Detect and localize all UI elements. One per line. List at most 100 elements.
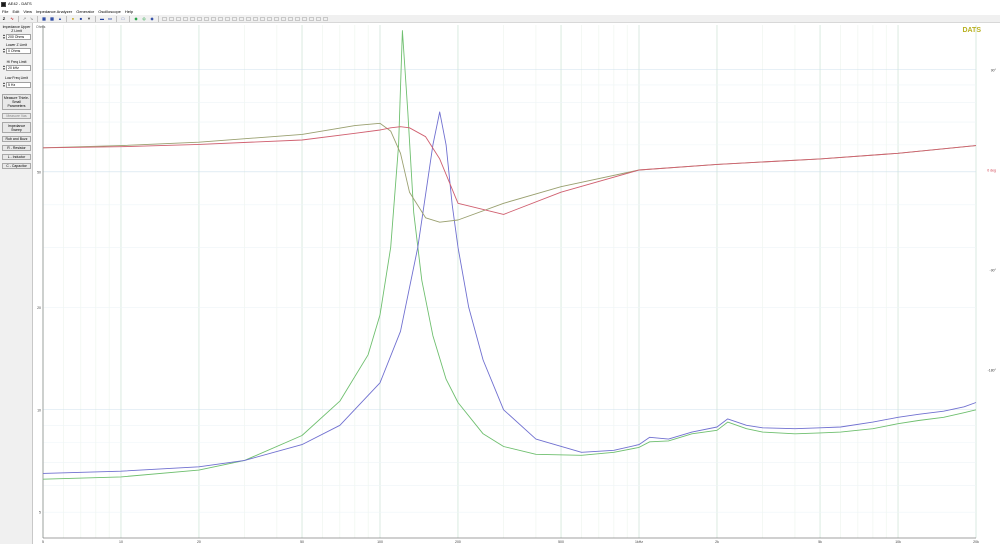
impedance-mode-button[interactable]: Z xyxy=(1,16,7,21)
x-tick-label: 50 xyxy=(300,540,304,544)
window-icon[interactable]: □ xyxy=(120,16,126,21)
impedance-plot[interactable]: 5 10 20 50 100 200 500 1kHz 2k 5k 10k 20k 50 20 10 5 90°… xyxy=(33,23,1000,544)
toolbar-separator xyxy=(95,15,96,22)
disabled-tool-icon xyxy=(253,16,258,21)
disabled-tool-icon xyxy=(239,16,244,21)
blue-trace-icon[interactable]: ◈ xyxy=(149,16,155,21)
hi-freq-spinner[interactable]: ▲ ▼ 20 kHz xyxy=(2,65,31,71)
tool-icon[interactable]: ▲ xyxy=(57,16,63,21)
title-bar: AE42 - DATS xyxy=(0,0,1000,8)
toolbar-separator xyxy=(129,15,130,22)
disabled-tool-icon xyxy=(281,16,286,21)
zoom-icon[interactable]: ↘ xyxy=(29,16,34,21)
impedance-sweep-button[interactable]: Impedance Sweep xyxy=(2,122,31,133)
impedance-upper-field[interactable]: 200 Ohms xyxy=(6,34,31,40)
cursor-icon[interactable]: ↗ xyxy=(22,16,27,21)
green-trace-icon[interactable]: ◆ xyxy=(133,16,139,21)
box-icon[interactable]: ■ xyxy=(78,16,84,21)
impedance-upper-spinner[interactable]: ▲ ▼ 200 Ohms xyxy=(2,34,31,40)
disabled-tool-icon xyxy=(197,16,202,21)
x-tick-label: 10 xyxy=(119,540,123,544)
menu-bar: File Edit View Impedance Analyzer Genera… xyxy=(0,8,1000,15)
y-tick-label: 10 xyxy=(37,408,41,412)
disabled-tool-icon xyxy=(232,16,237,21)
disabled-tool-icon xyxy=(169,16,174,21)
menu-impedance-analyzer[interactable]: Impedance Analyzer xyxy=(34,8,74,15)
speaker-icon[interactable]: ▼ xyxy=(86,16,92,21)
y-tick-label: 20 xyxy=(37,306,41,310)
disabled-tool-icon xyxy=(190,16,195,21)
x-tick-label: 500 xyxy=(558,540,564,544)
disabled-tool-icon xyxy=(225,16,230,21)
disabled-tool-icon xyxy=(267,16,272,21)
hi-freq-label: Hi Freq Limit xyxy=(6,60,27,64)
disabled-tool-icon xyxy=(218,16,223,21)
x-tick-label: 10k xyxy=(895,540,901,544)
capacitor-button[interactable]: C - Capacitor xyxy=(2,163,31,169)
disabled-tool-icon xyxy=(183,16,188,21)
axis-ticks: 5 10 20 50 100 200 500 1kHz 2k 5k 10k 20k 50 20 10 5 90°… xyxy=(37,69,997,544)
disabled-tool-icon xyxy=(162,16,167,21)
menu-oscilloscope[interactable]: Oscilloscope xyxy=(96,8,123,15)
series-line-1 xyxy=(42,30,977,480)
toolbar: Z ∿ ↗ ↘ ▦ ▩ ▲ ● ■ ▼ ▬ ▭ □ ◆ ◇ ◈ xyxy=(0,15,1000,23)
low-freq-spinner[interactable]: ▲ ▼ 5 Hz xyxy=(2,82,31,88)
disabled-tool-icon xyxy=(288,16,293,21)
toolbar-separator xyxy=(37,15,38,22)
phase-tick-label: 90° xyxy=(991,69,997,73)
phase-tick-label: -180° xyxy=(988,369,997,373)
menu-view[interactable]: View xyxy=(21,8,34,15)
lower-z-spinner[interactable]: ▲ ▼ 0 Ohms xyxy=(2,48,31,54)
x-tick-label: 200 xyxy=(455,540,461,544)
toolbar-separator xyxy=(66,15,67,22)
scope-icon[interactable]: ∿ xyxy=(9,16,15,21)
rub-buzz-button[interactable]: Rub and Buzz xyxy=(2,136,31,142)
disabled-tool-icon xyxy=(211,16,216,21)
bar-graph-icon[interactable]: ▦ xyxy=(41,16,47,21)
x-tick-label: 2k xyxy=(715,540,719,544)
resistor-button[interactable]: R - Resistor xyxy=(2,145,31,151)
x-tick-label: 20k xyxy=(973,540,979,544)
series-line-2 xyxy=(42,111,977,474)
y-tick-label: 50 xyxy=(37,170,41,174)
disabled-tool-icon xyxy=(316,16,321,21)
trace-icon[interactable]: ◇ xyxy=(141,16,147,21)
phase-tick-label: -90° xyxy=(990,269,997,273)
low-freq-field[interactable]: 5 Hz xyxy=(6,82,31,88)
disabled-tool-icon xyxy=(309,16,314,21)
menu-edit[interactable]: Edit xyxy=(10,8,21,15)
measure-vas-button[interactable]: Measure Vas xyxy=(2,113,31,119)
lower-z-label: Lower Z Limit xyxy=(5,43,27,47)
toolbar-separator xyxy=(116,15,117,22)
disabled-tool-icon xyxy=(260,16,265,21)
inductor-button[interactable]: L - Inductor xyxy=(2,154,31,160)
bulb-icon[interactable]: ● xyxy=(70,16,76,21)
menu-file[interactable]: File xyxy=(0,8,10,15)
x-tick-label: 1kHz xyxy=(635,540,643,544)
graph-icon[interactable]: ▭ xyxy=(107,16,113,21)
measure-ts-button[interactable]: Measure Thiele-Small Parameters xyxy=(2,94,31,110)
control-panel: Impedance Upper Z Limit ▲ ▼ 200 Ohms Lowe… xyxy=(0,23,33,544)
y-unit-label: Ohms xyxy=(36,25,46,29)
impedance-chart: 5 10 20 50 100 200 500 1kHz 2k 5k 10k 20k 50 20 10 5 90°… xyxy=(36,25,997,544)
disabled-tool-icon xyxy=(176,16,181,21)
menu-generator[interactable]: Generator xyxy=(74,8,96,15)
x-tick-label: 20 xyxy=(197,540,201,544)
chart-icon[interactable]: ▩ xyxy=(49,16,55,21)
toolbar-separator xyxy=(158,15,159,22)
disabled-tool-icon xyxy=(204,16,209,21)
disabled-tool-icon xyxy=(274,16,279,21)
chart-grid xyxy=(42,25,977,539)
menu-help[interactable]: Help xyxy=(123,8,135,15)
disabled-tool-icon xyxy=(246,16,251,21)
y-tick-label: 5 xyxy=(39,511,41,515)
hi-freq-field[interactable]: 20 kHz xyxy=(6,65,31,71)
sweep-icon[interactable]: ▬ xyxy=(99,16,105,21)
chart-series xyxy=(42,30,977,480)
phase-tick-label: 0 deg xyxy=(987,169,996,173)
series-line-3 xyxy=(42,122,977,223)
x-tick-label: 5 xyxy=(42,540,44,544)
lower-z-field[interactable]: 0 Ohms xyxy=(6,48,31,54)
impedance-upper-label: Impedance Upper Z Limit xyxy=(2,25,31,33)
x-tick-label: 100 xyxy=(377,540,383,544)
